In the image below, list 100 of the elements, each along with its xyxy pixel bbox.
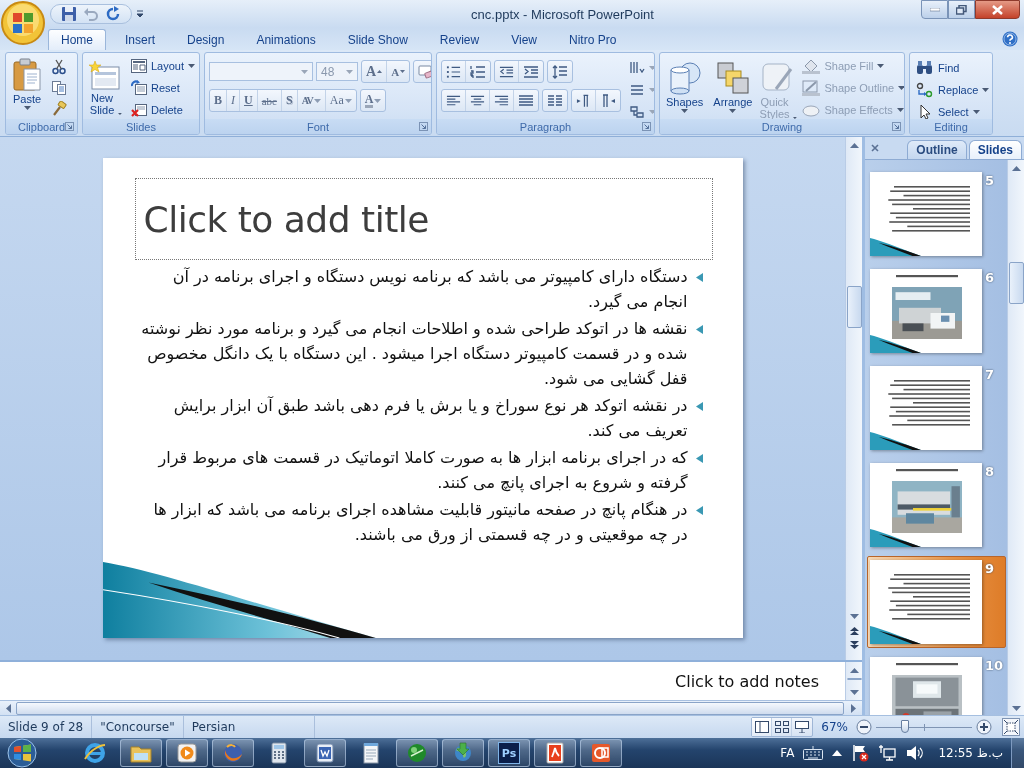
ribbon-tab[interactable]: Insert	[112, 29, 169, 50]
swoosh-drawing	[870, 238, 921, 256]
title-placeholder[interactable]: Click to add title	[134, 178, 713, 260]
character-spacing-button[interactable]: AV	[297, 90, 326, 111]
copy-icon[interactable]	[50, 80, 67, 96]
font-color-button[interactable]: A	[360, 90, 386, 111]
vertical-scrollbar[interactable]	[845, 137, 862, 660]
replace-button[interactable]: Replace	[912, 79, 992, 100]
customize-menu-icon[interactable]	[136, 10, 144, 18]
fit-to-window-icon[interactable]	[1002, 718, 1020, 736]
scroll-thumb[interactable]	[1008, 262, 1024, 304]
text-shadow-button[interactable]: S	[281, 90, 298, 111]
caret-icon	[117, 112, 122, 116]
close-button[interactable]	[975, 0, 1020, 19]
close-icon[interactable]	[871, 144, 879, 152]
thumbnail-scrollbar[interactable]	[1007, 160, 1024, 715]
ribbon-tab[interactable]: Review	[426, 29, 493, 50]
pane-tab[interactable]: Outline	[907, 140, 967, 159]
strikethrough-button[interactable]: abc	[257, 90, 282, 111]
taskbar-button[interactable]: Ps	[488, 739, 530, 767]
slide-sorter-button[interactable]	[772, 718, 793, 736]
ribbon-tab[interactable]: Design	[174, 29, 238, 50]
taskbar-button[interactable]	[580, 739, 622, 767]
scroll-left-icon[interactable]	[5, 703, 11, 713]
grow-font-button[interactable]: A	[362, 61, 388, 82]
slide-number: 10	[985, 658, 1004, 673]
ribbon-tab[interactable]: Home	[48, 29, 106, 50]
group-label: Drawing	[761, 120, 803, 133]
scroll-up-icon[interactable]	[849, 667, 859, 673]
previous-slide-icon[interactable]	[849, 627, 859, 635]
save-icon[interactable]	[61, 6, 77, 22]
normal-view-button[interactable]	[752, 718, 773, 736]
scroll-down-icon[interactable]	[1011, 705, 1021, 711]
caret-icon	[649, 65, 654, 70]
paste-button[interactable]: Paste	[8, 55, 46, 113]
arrange-button[interactable]: Arrange	[709, 58, 757, 116]
scroll-thumb[interactable]	[846, 286, 862, 328]
title-line	[896, 663, 958, 666]
shapes-button[interactable]: Shapes	[662, 58, 708, 116]
shrink-font-button[interactable]: A	[387, 61, 410, 82]
pane-tab[interactable]: Slides	[968, 140, 1022, 159]
scroll-down-icon[interactable]	[849, 689, 859, 695]
italic-button[interactable]: I	[227, 90, 240, 111]
zoom-level[interactable]: 67%	[821, 720, 848, 734]
zoom-slider[interactable]	[876, 720, 972, 734]
show-hidden-icons-icon[interactable]	[832, 750, 843, 756]
normal-view-icon	[754, 721, 769, 733]
taskbar-button[interactable]	[120, 739, 162, 767]
zoom-in-icon[interactable]	[976, 719, 992, 735]
underline-button[interactable]: U	[240, 90, 258, 111]
group-label: Font	[307, 120, 329, 133]
change-case-button[interactable]: Aa	[325, 90, 356, 111]
ribbon-tab[interactable]: View	[498, 29, 550, 50]
taskbar-button[interactable]	[166, 739, 208, 767]
scroll-down-icon[interactable]	[849, 613, 859, 619]
scissors-icon[interactable]	[50, 59, 67, 75]
font-name-field[interactable]	[209, 62, 313, 81]
notes-scrollbar[interactable]	[845, 662, 862, 700]
new-slide-button[interactable]: New Slide	[85, 58, 125, 119]
flag-error-icon[interactable]	[851, 744, 870, 762]
scroll-right-icon[interactable]	[850, 703, 856, 713]
scroll-up-icon[interactable]	[849, 142, 859, 148]
scroll-thumb[interactable]	[846, 678, 862, 680]
paintbrush-icon[interactable]	[50, 101, 67, 117]
restore-button[interactable]	[948, 0, 975, 19]
dialog-launcher-icon[interactable]	[642, 122, 651, 131]
document-icon	[313, 741, 337, 765]
bold-button[interactable]: B	[210, 90, 227, 111]
grid-icon	[774, 721, 789, 733]
speaker-icon[interactable]	[905, 744, 924, 762]
input-language[interactable]: FA	[780, 746, 795, 760]
redo-icon[interactable]	[105, 6, 121, 22]
next-slide-icon[interactable]	[849, 641, 859, 649]
keyboard-icon[interactable]	[803, 746, 824, 760]
network-icon[interactable]	[878, 744, 897, 762]
zoom-slider-thumb[interactable]	[900, 720, 909, 733]
layout-button[interactable]: Layout	[127, 55, 199, 76]
caret-icon	[972, 109, 980, 114]
ribbon-tab[interactable]: Nitro Pro	[555, 29, 630, 50]
scroll-up-icon[interactable]	[1011, 165, 1021, 171]
bullet-icon	[695, 402, 703, 411]
zoom-out-icon[interactable]	[856, 719, 872, 735]
reset-button[interactable]: Reset	[127, 77, 199, 98]
minimize-button[interactable]	[921, 0, 948, 19]
taskbar-button[interactable]	[534, 739, 576, 767]
taskbar-button[interactable]	[304, 739, 346, 767]
layout-icon	[131, 57, 147, 74]
ribbon-tab[interactable]: Animations	[243, 29, 329, 50]
dialog-launcher-icon[interactable]	[892, 122, 901, 131]
taskbar-button[interactable]	[396, 739, 438, 767]
dialog-launcher-icon[interactable]	[65, 122, 74, 131]
bullet-icon	[695, 325, 703, 334]
find-button[interactable]: Find	[912, 57, 992, 78]
notes-placeholder[interactable]: Click to add notes	[675, 671, 819, 691]
presentation-icon	[589, 741, 613, 765]
select-button[interactable]: Select	[912, 101, 992, 119]
dialog-launcher-icon[interactable]	[419, 122, 428, 131]
clock[interactable]: ب.ظ 12:55	[938, 746, 1003, 760]
help-icon[interactable]	[1002, 31, 1018, 47]
ribbon-tab[interactable]: Slide Show	[334, 29, 421, 50]
